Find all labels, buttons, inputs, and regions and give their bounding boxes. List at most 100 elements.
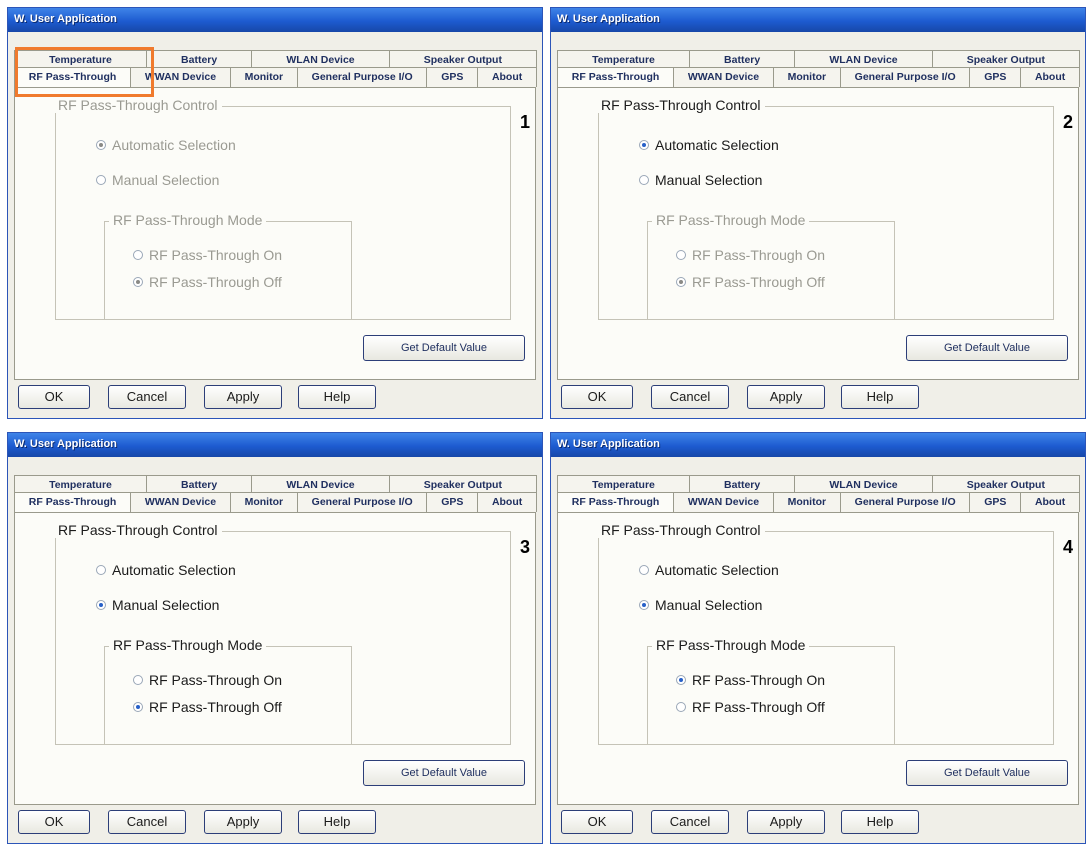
dialog-buttons: OK Cancel Apply Help — [557, 810, 1079, 836]
tab-about[interactable]: About — [1020, 492, 1081, 512]
rf-mode-group: RF Pass-Through Mode RF Pass-Through On … — [647, 212, 895, 320]
tab-monitor[interactable]: Monitor — [229, 492, 298, 512]
step-number: 3 — [519, 537, 530, 557]
manual-selection-radio[interactable]: Manual Selection — [639, 172, 762, 188]
tab-monitor[interactable]: Monitor — [229, 67, 298, 87]
ok-button[interactable]: OK — [561, 385, 633, 409]
get-default-value-button[interactable]: Get Default Value — [363, 335, 525, 361]
help-button[interactable]: Help — [841, 385, 919, 409]
get-default-value-button[interactable]: Get Default Value — [363, 760, 525, 786]
tab-monitor[interactable]: Monitor — [772, 67, 841, 87]
radio-indicator — [96, 565, 106, 575]
radio-indicator — [96, 140, 106, 150]
cancel-button[interactable]: Cancel — [651, 810, 729, 834]
manual-selection-label: Manual Selection — [112, 597, 220, 613]
rf-control-group: RF Pass-Through Control Automatic Select… — [597, 97, 1054, 320]
rf-off-label: RF Pass-Through Off — [149, 274, 282, 290]
tab-rf-pass-through[interactable]: RF Pass-Through — [557, 492, 675, 512]
rf-off-radio[interactable]: RF Pass-Through Off — [676, 699, 825, 715]
tab-general-purpose-io[interactable]: General Purpose I/O — [839, 67, 971, 87]
tab-row-front: RF Pass-Through WWAN Device Monitor Gene… — [557, 492, 1081, 512]
tab-rf-pass-through[interactable]: RF Pass-Through — [14, 492, 132, 512]
tab-panel: RF Pass-Through Control Automatic Select… — [557, 87, 1079, 380]
apply-button[interactable]: Apply — [204, 810, 282, 834]
tab-wwan-device[interactable]: WWAN Device — [673, 67, 774, 87]
window-title: W. User Application — [14, 13, 117, 25]
rf-on-radio[interactable]: RF Pass-Through On — [676, 247, 825, 263]
tab-general-purpose-io[interactable]: General Purpose I/O — [296, 67, 428, 87]
rf-control-title: RF Pass-Through Control — [54, 522, 222, 538]
tab-general-purpose-io[interactable]: General Purpose I/O — [839, 492, 971, 512]
radio-indicator — [639, 175, 649, 185]
get-default-value-button[interactable]: Get Default Value — [906, 335, 1068, 361]
ok-button[interactable]: OK — [18, 385, 90, 409]
tab-row-front: RF Pass-Through WWAN Device Monitor Gene… — [557, 67, 1081, 87]
radio-indicator — [96, 600, 106, 610]
tab-about[interactable]: About — [477, 67, 538, 87]
rf-off-radio[interactable]: RF Pass-Through Off — [133, 274, 282, 290]
manual-selection-radio[interactable]: Manual Selection — [639, 597, 762, 613]
automatic-selection-label: Automatic Selection — [655, 137, 779, 153]
step-number: 1 — [519, 112, 530, 132]
cancel-button[interactable]: Cancel — [108, 385, 186, 409]
radio-indicator — [133, 277, 143, 287]
manual-selection-radio[interactable]: Manual Selection — [96, 172, 219, 188]
automatic-selection-radio[interactable]: Automatic Selection — [639, 562, 779, 578]
automatic-selection-radio[interactable]: Automatic Selection — [639, 137, 779, 153]
rf-mode-title: RF Pass-Through Mode — [109, 212, 267, 228]
help-button[interactable]: Help — [298, 810, 376, 834]
title-bar: W. User Application — [8, 8, 542, 32]
rf-off-label: RF Pass-Through Off — [692, 699, 825, 715]
radio-indicator — [96, 175, 106, 185]
rf-mode-title: RF Pass-Through Mode — [109, 637, 267, 653]
tab-gps[interactable]: GPS — [969, 492, 1022, 512]
cancel-button[interactable]: Cancel — [651, 385, 729, 409]
app-window-4: W. User Application Temperature Battery … — [550, 432, 1086, 844]
manual-selection-radio[interactable]: Manual Selection — [96, 597, 219, 613]
rf-on-radio[interactable]: RF Pass-Through On — [676, 672, 825, 688]
rf-on-radio[interactable]: RF Pass-Through On — [133, 672, 282, 688]
tab-monitor[interactable]: Monitor — [772, 492, 841, 512]
help-button[interactable]: Help — [841, 810, 919, 834]
tab-wwan-device[interactable]: WWAN Device — [673, 492, 774, 512]
ok-button[interactable]: OK — [561, 810, 633, 834]
tab-about[interactable]: About — [477, 492, 538, 512]
manual-selection-label: Manual Selection — [655, 597, 763, 613]
apply-button[interactable]: Apply — [204, 385, 282, 409]
rf-mode-group: RF Pass-Through Mode RF Pass-Through On … — [104, 212, 352, 320]
tab-gps[interactable]: GPS — [426, 67, 479, 87]
rf-on-label: RF Pass-Through On — [692, 672, 826, 688]
apply-button[interactable]: Apply — [747, 385, 825, 409]
rf-control-title: RF Pass-Through Control — [597, 97, 765, 113]
automatic-selection-radio[interactable]: Automatic Selection — [96, 562, 236, 578]
cancel-button[interactable]: Cancel — [108, 810, 186, 834]
radio-indicator — [133, 250, 143, 260]
automatic-selection-label: Automatic Selection — [655, 562, 779, 578]
rf-off-radio[interactable]: RF Pass-Through Off — [133, 699, 282, 715]
ok-button[interactable]: OK — [18, 810, 90, 834]
rf-off-radio[interactable]: RF Pass-Through Off — [676, 274, 825, 290]
rf-mode-title: RF Pass-Through Mode — [652, 637, 810, 653]
help-button[interactable]: Help — [298, 385, 376, 409]
tab-rf-pass-through[interactable]: RF Pass-Through — [557, 67, 675, 87]
radio-indicator — [676, 702, 686, 712]
apply-button[interactable]: Apply — [747, 810, 825, 834]
highlight-box — [15, 47, 154, 97]
window-title: W. User Application — [14, 438, 117, 450]
tab-about[interactable]: About — [1020, 67, 1081, 87]
radio-indicator — [676, 675, 686, 685]
rf-mode-group: RF Pass-Through Mode RF Pass-Through On … — [647, 637, 895, 745]
automatic-selection-radio[interactable]: Automatic Selection — [96, 137, 236, 153]
rf-control-title: RF Pass-Through Control — [54, 97, 222, 113]
tab-row-front: RF Pass-Through WWAN Device Monitor Gene… — [14, 492, 538, 512]
rf-off-label: RF Pass-Through Off — [692, 274, 825, 290]
tab-gps[interactable]: GPS — [969, 67, 1022, 87]
tab-panel: RF Pass-Through Control Automatic Select… — [14, 87, 536, 380]
tab-gps[interactable]: GPS — [426, 492, 479, 512]
rf-on-radio[interactable]: RF Pass-Through On — [133, 247, 282, 263]
tab-wwan-device[interactable]: WWAN Device — [130, 492, 231, 512]
tab-general-purpose-io[interactable]: General Purpose I/O — [296, 492, 428, 512]
title-bar: W. User Application — [8, 433, 542, 457]
get-default-value-button[interactable]: Get Default Value — [906, 760, 1068, 786]
automatic-selection-label: Automatic Selection — [112, 562, 236, 578]
